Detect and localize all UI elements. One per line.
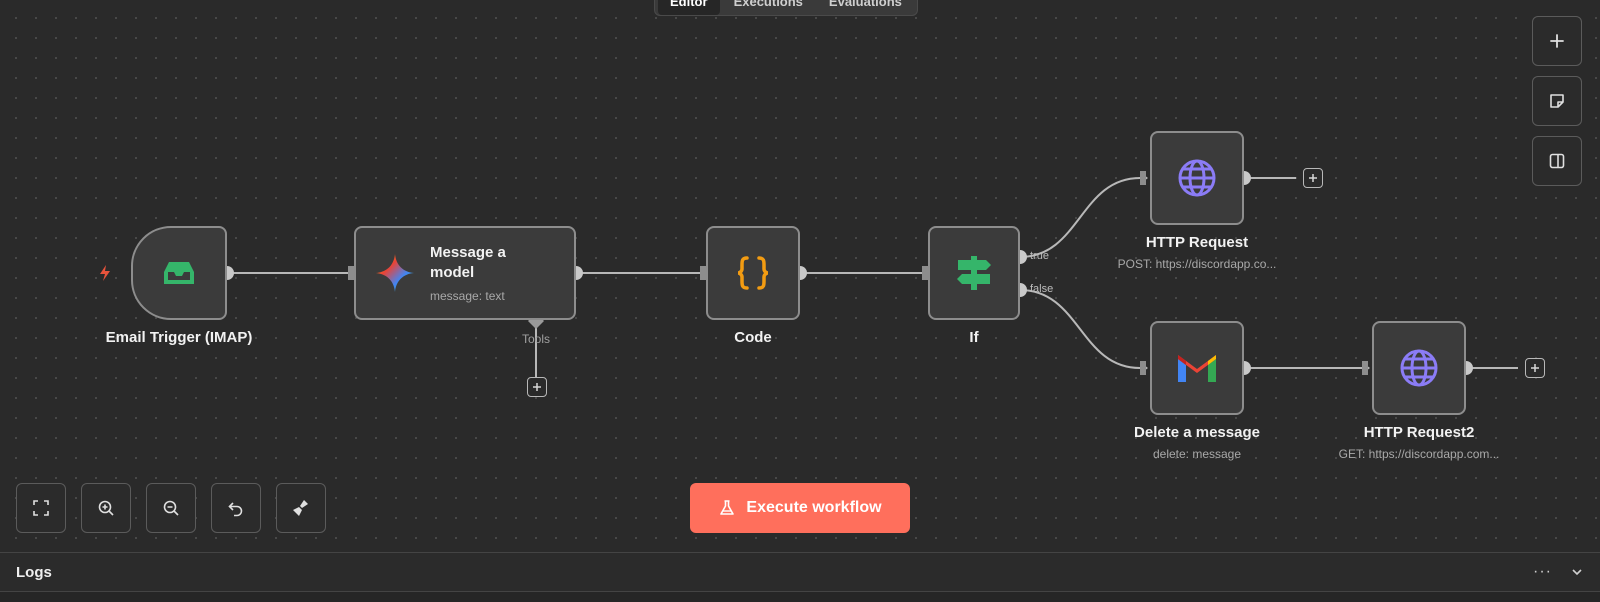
globe-icon bbox=[1178, 159, 1216, 197]
zoom-in-icon bbox=[98, 500, 114, 516]
node-delete-message[interactable] bbox=[1150, 321, 1244, 415]
chevron-down-icon[interactable] bbox=[1570, 565, 1584, 579]
tab-executions[interactable]: Executions bbox=[722, 0, 815, 15]
node-title: Message a model bbox=[430, 244, 506, 281]
undo-button[interactable] bbox=[211, 483, 261, 533]
node-title: HTTP Request2 bbox=[1363, 424, 1475, 441]
node-title: If bbox=[969, 329, 979, 346]
add-tool-button[interactable] bbox=[527, 377, 547, 397]
gmail-icon bbox=[1178, 355, 1216, 382]
zoom-out-button[interactable] bbox=[146, 483, 196, 533]
connections-layer bbox=[220, 171, 1518, 377]
undo-icon bbox=[228, 502, 243, 517]
plus-icon bbox=[1531, 364, 1539, 372]
view-tabs: Editor Executions Evaluations bbox=[654, 0, 918, 16]
more-options-icon[interactable]: ··· bbox=[1533, 563, 1552, 581]
trigger-bolt-icon bbox=[100, 265, 110, 281]
plus-icon bbox=[1309, 174, 1317, 182]
panel-icon bbox=[1549, 153, 1565, 169]
execute-workflow-button[interactable]: Execute workflow bbox=[690, 483, 910, 533]
node-email-trigger[interactable] bbox=[131, 226, 227, 320]
true-output-label: true bbox=[1030, 250, 1049, 262]
add-node-button[interactable] bbox=[1525, 358, 1545, 378]
node-code[interactable] bbox=[706, 226, 800, 320]
flask-icon bbox=[720, 500, 735, 515]
node-http-request2[interactable] bbox=[1372, 321, 1466, 415]
gemini-icon bbox=[376, 254, 414, 292]
node-subtitle: POST: https://discordapp.co... bbox=[1117, 257, 1277, 271]
node-http-request[interactable] bbox=[1150, 131, 1244, 225]
workflow-canvas[interactable]: Editor Executions Evaluations Email Trig… bbox=[0, 0, 1600, 552]
toggle-panel-button[interactable] bbox=[1532, 136, 1582, 186]
node-subtitle: GET: https://discordapp.com... bbox=[1338, 447, 1500, 461]
signpost-icon bbox=[957, 256, 991, 290]
bottom-strip bbox=[0, 592, 1600, 602]
inbox-icon bbox=[164, 262, 194, 284]
tidy-up-icon bbox=[293, 500, 308, 516]
plus-icon bbox=[1550, 34, 1564, 48]
fit-view-icon bbox=[33, 500, 49, 516]
node-title: Email Trigger (IMAP) bbox=[105, 329, 253, 346]
sticky-note-icon bbox=[1550, 94, 1564, 108]
node-title: Code bbox=[734, 329, 772, 346]
globe-icon bbox=[1400, 349, 1438, 387]
node-message-model[interactable]: Message a model message: text bbox=[354, 226, 576, 320]
plus-icon bbox=[533, 383, 541, 391]
tools-label: Tools bbox=[522, 332, 551, 346]
node-if[interactable] bbox=[928, 226, 1020, 320]
logs-panel-header[interactable]: Logs ··· bbox=[0, 552, 1600, 592]
false-output-label: false bbox=[1030, 283, 1054, 295]
node-title: HTTP Request bbox=[1145, 234, 1249, 251]
tidy-up-button[interactable] bbox=[276, 483, 326, 533]
zoom-out-icon bbox=[163, 500, 179, 516]
add-node-button[interactable] bbox=[1303, 168, 1323, 188]
logs-title: Logs bbox=[16, 563, 52, 581]
tab-editor[interactable]: Editor bbox=[658, 0, 720, 15]
node-subtitle: delete: message bbox=[1152, 447, 1242, 461]
tab-evaluations[interactable]: Evaluations bbox=[817, 0, 914, 15]
node-subtitle: message: text bbox=[430, 289, 505, 303]
execute-workflow-label: Execute workflow bbox=[746, 499, 882, 516]
braces-icon bbox=[737, 256, 769, 290]
fit-view-button[interactable] bbox=[16, 483, 66, 533]
add-node-panel-button[interactable] bbox=[1532, 16, 1582, 66]
add-sticky-note-button[interactable] bbox=[1532, 76, 1582, 126]
zoom-in-button[interactable] bbox=[81, 483, 131, 533]
node-title: Delete a message bbox=[1134, 424, 1260, 441]
